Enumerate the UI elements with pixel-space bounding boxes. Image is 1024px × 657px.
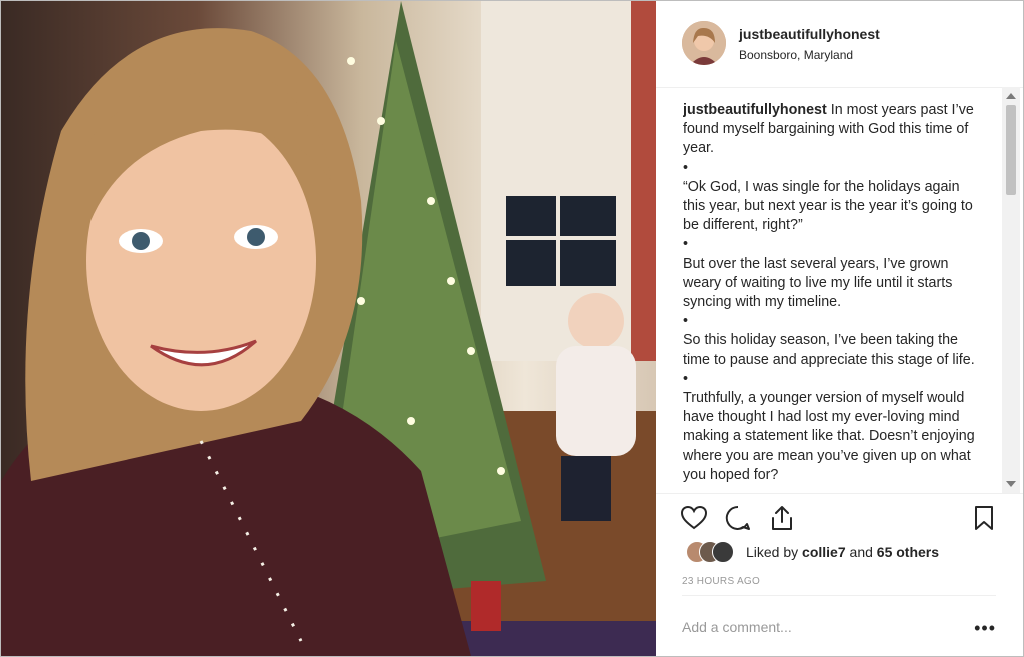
more-options-button[interactable]: ••• [974,618,996,639]
heart-icon[interactable] [680,504,708,532]
scroll-up-icon[interactable] [1006,93,1016,99]
caption-paragraph: So this holiday season, I’ve been taking… [683,332,975,368]
liked-by-user[interactable]: collie7 [802,544,846,560]
comment-input[interactable]: Add a comment... [682,619,792,635]
avatar[interactable] [682,21,726,65]
post-photo[interactable] [1,1,656,656]
caption-username[interactable]: justbeautifullyhonest [683,102,827,118]
post-sidebar: justbeautifullyhonest Boonsboro, Marylan… [656,1,1023,656]
scroll-down-icon[interactable] [1006,481,1016,487]
instagram-post-window: justbeautifullyhonest Boonsboro, Marylan… [0,0,1024,657]
caption-paragraph: “Ok God, I was single for the holidays a… [683,178,973,234]
likes-summary: Liked by collie7 and 65 others [682,541,1002,565]
scrollbar-thumb[interactable] [1006,105,1016,195]
avatar-image [682,21,726,65]
comment-icon[interactable] [724,504,752,532]
post-header: justbeautifullyhonest Boonsboro, Marylan… [656,1,1023,88]
caption-paragraph: Truthfully, a younger version of myself … [683,390,975,483]
caption-paragraph: • [683,370,689,387]
caption-paragraph: • [683,313,689,330]
likes-others-link[interactable]: 65 others [877,544,939,560]
likes-prefix: Liked by [746,544,799,560]
post-location[interactable]: Boonsboro, Maryland [739,48,853,62]
post-username[interactable]: justbeautifullyhonest [739,26,880,42]
post-caption: justbeautifullyhonest In most years past… [683,101,983,493]
likes-and: and [849,544,873,560]
caption-first-paragraph: justbeautifullyhonest In most years past… [683,101,983,159]
photo-illustration [1,1,656,656]
likes-text: Liked by collie7 and 65 others [746,544,939,560]
liker-avatar[interactable] [712,541,734,563]
post-timestamp[interactable]: 23 HOURS AGO [682,576,760,587]
bookmark-icon[interactable] [970,504,998,532]
comment-bar: Add a comment... ••• [682,595,996,656]
caption-paragraph: • [683,236,689,253]
caption-paragraph: But over the last several years, I’ve gr… [683,255,953,311]
post-actions [656,493,1023,542]
caption-scrollbar[interactable] [1002,87,1020,493]
share-icon[interactable] [768,504,796,532]
caption-paragraph: • [683,159,689,176]
